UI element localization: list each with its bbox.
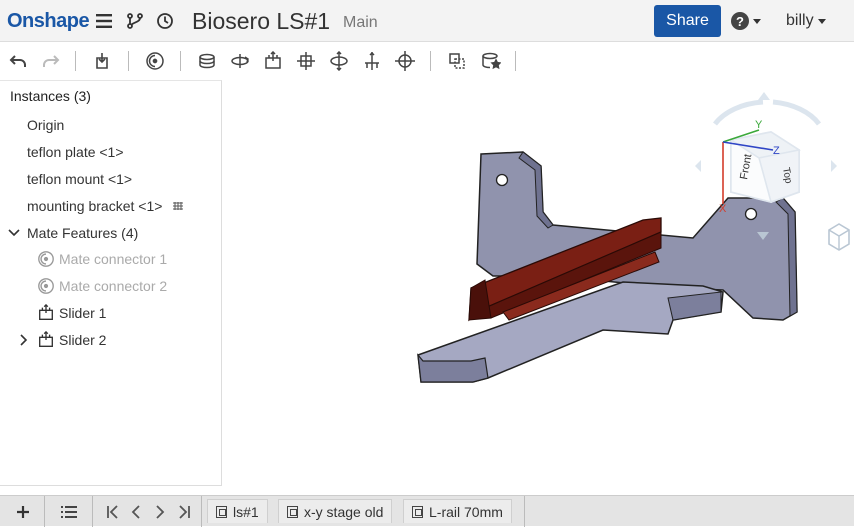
toolbar-divider xyxy=(128,51,129,71)
toolbar-divider xyxy=(180,51,181,71)
instance-list-panel: Instances (3) Origin teflon plate <1> te… xyxy=(0,80,222,486)
tab-list-icon[interactable] xyxy=(58,501,80,523)
mate-connector-label: Mate connector 2 xyxy=(59,278,168,294)
assembly-icon xyxy=(287,505,298,518)
assembly-tab[interactable]: ls#1 xyxy=(207,499,268,523)
instance-label: mounting bracket <1> xyxy=(27,198,163,214)
mate-connector-item[interactable]: Mate connector 1 xyxy=(37,250,167,268)
undo-icon[interactable] xyxy=(7,50,29,72)
instances-header: Instances (3) xyxy=(10,88,91,104)
planar-mate-icon[interactable] xyxy=(295,50,317,72)
rotate-up-arrow[interactable] xyxy=(758,92,770,100)
assembly-tab[interactable]: x-y stage old xyxy=(278,499,393,523)
replicate-icon[interactable] xyxy=(480,50,502,72)
top-bar: Onshape Biosero LS#1 Main Share ? billy xyxy=(0,0,854,42)
redo-icon[interactable] xyxy=(40,50,62,72)
chevron-down-icon xyxy=(753,18,761,24)
pin-slot-mate-icon[interactable] xyxy=(361,50,383,72)
toolbar-divider xyxy=(515,51,516,71)
tab-label: L-rail 70mm xyxy=(429,503,503,520)
tab-bar-divider xyxy=(92,496,93,527)
mate-connector-icon xyxy=(37,277,55,295)
slider-mate-label: Slider 2 xyxy=(59,332,107,348)
toolbar-divider xyxy=(430,51,431,71)
instance-label: Origin xyxy=(27,117,65,133)
tab-bar: ls#1 x-y stage old L-rail 70mm xyxy=(0,495,854,527)
mate-connector-label: Mate connector 1 xyxy=(59,251,168,267)
branch-label[interactable]: Main xyxy=(343,14,378,32)
branch-icon[interactable] xyxy=(124,10,146,32)
instance-label: teflon plate <1> xyxy=(27,144,124,160)
add-tab-icon[interactable] xyxy=(12,501,34,523)
mesh-icon xyxy=(172,201,184,211)
instance-teflon-plate[interactable]: teflon plate <1> xyxy=(27,144,124,160)
assembly-icon xyxy=(412,505,423,518)
assembly-tab[interactable]: L-rail 70mm xyxy=(403,499,512,523)
graphics-viewport[interactable]: Front Top X Y Z xyxy=(223,80,854,495)
next-tab-icon[interactable] xyxy=(149,501,171,523)
chevron-down-icon[interactable] xyxy=(8,229,22,237)
slider-mate-icon xyxy=(37,331,55,349)
help-menu[interactable]: ? xyxy=(731,12,761,30)
revolute-mate-icon[interactable] xyxy=(229,50,251,72)
toolbar xyxy=(0,42,854,78)
assembly-icon xyxy=(216,505,227,518)
instance-origin[interactable]: Origin xyxy=(27,117,64,133)
instance-label: teflon mount <1> xyxy=(27,171,133,187)
tab-bar-divider xyxy=(201,496,202,527)
y-axis-label: Y xyxy=(755,119,763,131)
last-tab-icon[interactable] xyxy=(173,501,195,523)
user-name: billy xyxy=(786,12,814,29)
chevron-down-icon xyxy=(817,18,826,24)
user-menu[interactable]: billy xyxy=(786,12,826,30)
mate-connector-item[interactable]: Mate connector 2 xyxy=(37,277,167,295)
mate-connector-icon xyxy=(37,250,55,268)
share-button[interactable]: Share xyxy=(654,5,721,37)
instance-teflon-mount[interactable]: teflon mount <1> xyxy=(27,171,132,187)
tab-bar-divider xyxy=(44,496,45,527)
mate-features-group[interactable]: Mate Features (4) xyxy=(8,225,138,241)
slider-mate-label: Slider 1 xyxy=(59,305,107,321)
onshape-logo[interactable]: Onshape xyxy=(7,10,90,33)
chevron-right-icon[interactable] xyxy=(20,334,32,346)
rotate-right-arrow[interactable] xyxy=(831,160,837,172)
history-icon[interactable] xyxy=(154,10,176,32)
document-title[interactable]: Biosero LS#1 xyxy=(192,8,330,35)
linear-pattern-icon[interactable] xyxy=(446,50,468,72)
mate-features-label: Mate Features (4) xyxy=(27,225,139,241)
cylindrical-mate-icon[interactable] xyxy=(328,50,350,72)
help-icon: ? xyxy=(731,12,749,30)
tab-bar-divider xyxy=(524,496,525,527)
mate-connector-icon[interactable] xyxy=(144,50,166,72)
slider-mate-icon[interactable] xyxy=(262,50,284,72)
ball-mate-icon[interactable] xyxy=(394,50,416,72)
assembly-model[interactable]: Front Top X Y Z xyxy=(223,80,854,495)
slider-mate-item[interactable]: Slider 1 xyxy=(37,304,106,322)
instance-mounting-bracket[interactable]: mounting bracket <1> xyxy=(27,198,184,214)
rotate-left-arrow[interactable] xyxy=(695,160,701,172)
z-axis-label: Z xyxy=(773,145,780,157)
first-tab-icon[interactable] xyxy=(102,501,124,523)
x-axis-label: X xyxy=(719,203,727,215)
toolbar-divider xyxy=(75,51,76,71)
tab-label: ls#1 xyxy=(233,503,259,520)
tab-label: x-y stage old xyxy=(304,503,384,520)
slider-mate-icon xyxy=(37,304,55,322)
previous-tab-icon[interactable] xyxy=(125,501,147,523)
fastened-mate-icon[interactable] xyxy=(196,50,218,72)
view-cube-menu-icon[interactable] xyxy=(828,223,850,251)
menu-icon[interactable] xyxy=(94,10,116,32)
slider-mate-item[interactable]: Slider 2 xyxy=(20,331,106,349)
insert-part-icon[interactable] xyxy=(91,50,113,72)
